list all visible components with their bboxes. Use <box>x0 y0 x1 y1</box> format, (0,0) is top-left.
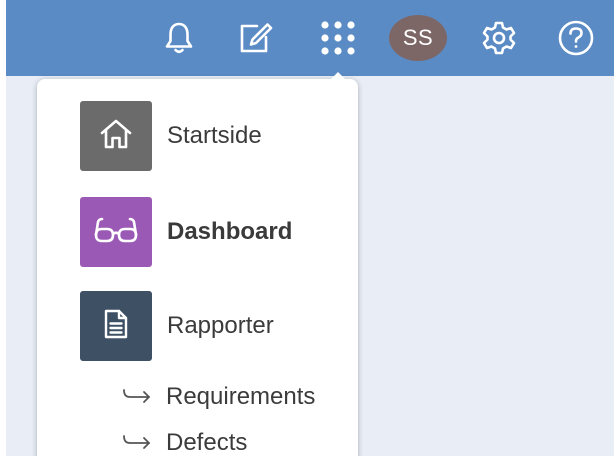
document-icon <box>103 308 129 345</box>
menu-item-label: Dashboard <box>167 218 293 245</box>
left-strip <box>0 76 6 456</box>
startside-tile <box>80 101 152 171</box>
app-page: SS Startside Dashboard Rapporter Require… <box>0 0 614 456</box>
bell-icon[interactable] <box>160 19 198 57</box>
avatar-initials: SS <box>389 15 447 61</box>
user-avatar[interactable]: SS <box>388 14 448 62</box>
submenu-item-label: Requirements <box>166 383 316 410</box>
menu-item-label: Rapporter <box>167 312 274 339</box>
top-bar <box>6 0 614 76</box>
menu-item-rapporter[interactable]: Rapporter <box>80 290 340 362</box>
submenu-item-requirements[interactable]: Requirements <box>122 382 315 412</box>
menu-item-dashboard[interactable]: Dashboard <box>80 196 340 268</box>
submenu-item-defects[interactable]: Defects <box>122 428 247 456</box>
return-arrow-icon <box>122 387 154 407</box>
menu-item-label: Startside <box>167 122 262 149</box>
glasses-icon <box>93 216 139 249</box>
edit-icon[interactable] <box>236 19 274 57</box>
submenu-item-label: Defects <box>166 429 248 456</box>
apps-grid-icon[interactable] <box>319 19 357 57</box>
home-icon <box>99 118 133 155</box>
settings-gear-icon[interactable] <box>480 19 518 57</box>
dashboard-tile <box>80 197 152 267</box>
rapporter-tile <box>80 291 152 361</box>
menu-item-startside[interactable]: Startside <box>80 100 340 172</box>
return-arrow-icon <box>122 433 154 453</box>
help-icon[interactable] <box>557 19 595 57</box>
dropdown-caret <box>330 72 346 80</box>
